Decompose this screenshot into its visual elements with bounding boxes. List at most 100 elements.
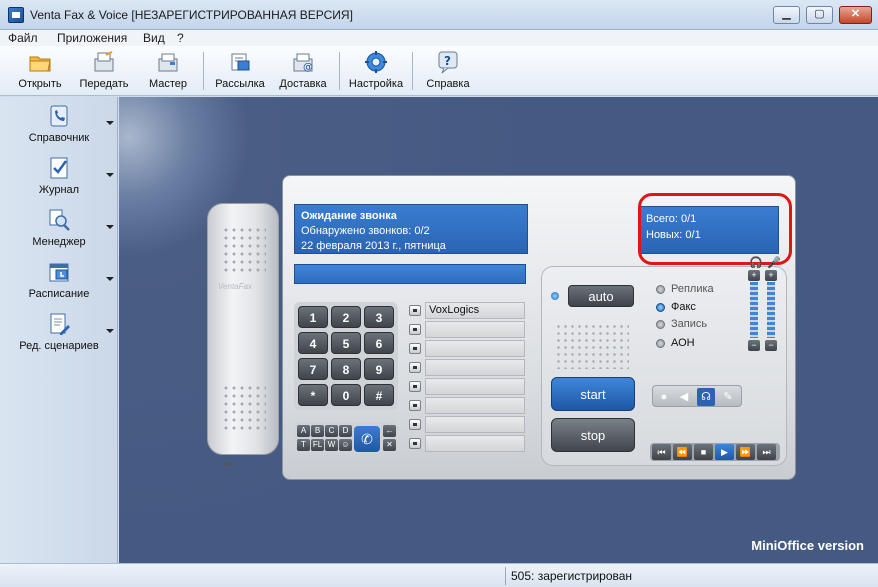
volume-level[interactable] (750, 282, 758, 338)
key-4[interactable]: 4 (298, 332, 328, 354)
volume-down-button[interactable]: − (748, 340, 760, 351)
fast-forward-icon[interactable]: ⏩ (736, 444, 755, 460)
sidebar-item-journal[interactable]: Журнал (0, 157, 118, 207)
memory-button[interactable] (409, 343, 421, 354)
mute-icon[interactable]: ✎ (719, 388, 737, 406)
menu-view[interactable]: Вид (143, 31, 165, 45)
menu-file[interactable]: Файл (8, 31, 38, 45)
memory-field[interactable] (425, 416, 525, 433)
mailing-button[interactable]: Рассылка (213, 50, 267, 94)
skip-back-icon[interactable]: ⏮ (652, 444, 671, 460)
memory-button[interactable] (409, 305, 421, 316)
memory-row[interactable] (409, 359, 527, 376)
stop-button[interactable]: stop (551, 418, 635, 452)
memory-row[interactable]: VoxLogics (409, 302, 527, 319)
memory-button[interactable] (409, 324, 421, 335)
menu-applications[interactable]: Приложения (57, 31, 127, 45)
wizard-icon (156, 50, 180, 74)
wizard-button[interactable]: Мастер (145, 50, 191, 94)
key-smile[interactable]: ☺ (339, 439, 352, 451)
memory-row[interactable] (409, 340, 527, 357)
key-7[interactable]: 7 (298, 358, 328, 380)
sidebar-item-manager[interactable]: Менеджер (0, 209, 118, 259)
key-hash[interactable]: # (364, 384, 394, 406)
close-button[interactable]: ✕ (839, 6, 872, 24)
key-5[interactable]: 5 (331, 332, 361, 354)
handset[interactable]: VentaFax (207, 203, 279, 455)
rewind-icon[interactable]: ⏪ (673, 444, 692, 460)
memory-field[interactable] (425, 340, 525, 357)
send-button[interactable]: Передать (76, 50, 132, 94)
maximize-button[interactable]: ▢ (806, 6, 833, 24)
memory-button[interactable] (409, 381, 421, 392)
key-2[interactable]: 2 (331, 306, 361, 328)
key-c[interactable]: C (325, 425, 338, 437)
volume-up-button[interactable]: + (748, 270, 760, 281)
memory-field[interactable] (425, 397, 525, 414)
memory-row[interactable] (409, 435, 527, 452)
memory-row[interactable] (409, 416, 527, 433)
key-0[interactable]: 0 (331, 384, 361, 406)
start-button[interactable]: start (551, 377, 635, 411)
call-icon[interactable]: ✆ (354, 426, 380, 452)
headset-icon[interactable]: ☊ (697, 388, 715, 406)
volume-level[interactable] (767, 282, 775, 338)
sidebar: Справочник Журнал Менеджер Расписание Ре… (0, 97, 118, 563)
memory-button[interactable] (409, 419, 421, 430)
device-logo: VentaFax (218, 282, 252, 291)
key-9[interactable]: 9 (364, 358, 394, 380)
settings-button[interactable]: Настройка (346, 50, 406, 94)
key-w[interactable]: W (325, 439, 338, 451)
speaker-icon[interactable]: ◀ (675, 388, 693, 406)
memory-button[interactable] (409, 400, 421, 411)
clear-icon[interactable]: ✕ (383, 439, 396, 451)
key-8[interactable]: 8 (331, 358, 361, 380)
key-t[interactable]: T (297, 439, 310, 451)
memory-field[interactable] (425, 321, 525, 338)
handset-base-mark (223, 463, 233, 465)
backspace-icon[interactable]: ← (383, 425, 396, 437)
open-button[interactable]: Открыть (14, 50, 66, 94)
minimize-button[interactable]: ▁ (773, 6, 800, 24)
volume-up-button[interactable]: + (765, 270, 777, 281)
key-6[interactable]: 6 (364, 332, 394, 354)
scenario-edit-icon (48, 313, 70, 335)
memory-field[interactable] (425, 378, 525, 395)
delivery-button[interactable]: @ Доставка (276, 50, 330, 94)
sidebar-item-scenario-editor[interactable]: Ред. сценариев (0, 313, 118, 363)
key-star[interactable]: * (298, 384, 328, 406)
sidebar-item-directory[interactable]: Справочник (0, 105, 118, 155)
chevron-down-icon[interactable] (106, 173, 114, 177)
status-text: 505: зарегистрирован (511, 569, 633, 583)
auto-button[interactable]: auto (568, 285, 634, 307)
memory-row[interactable] (409, 397, 527, 414)
stop-icon[interactable]: ■ (694, 444, 713, 460)
chevron-down-icon[interactable] (106, 225, 114, 229)
key-1[interactable]: 1 (298, 306, 328, 328)
menu-help[interactable]: ? (177, 31, 184, 45)
key-a[interactable]: A (297, 425, 310, 437)
memory-row[interactable] (409, 378, 527, 395)
chevron-down-icon[interactable] (106, 121, 114, 125)
memory-field[interactable]: VoxLogics (425, 302, 525, 319)
memory-list: VoxLogics (409, 302, 527, 454)
key-d[interactable]: D (339, 425, 352, 437)
help-button[interactable]: ? Справка (422, 50, 474, 94)
key-b[interactable]: B (311, 425, 324, 437)
skip-forward-icon[interactable]: ⏭ (757, 444, 776, 460)
memory-button[interactable] (409, 438, 421, 449)
memory-row[interactable] (409, 321, 527, 338)
number-input[interactable] (294, 264, 526, 284)
chevron-down-icon[interactable] (106, 329, 114, 333)
record-dot-icon[interactable]: ● (655, 388, 673, 406)
chevron-down-icon[interactable] (106, 277, 114, 281)
key-3[interactable]: 3 (364, 306, 394, 328)
play-icon[interactable]: ▶ (715, 444, 734, 460)
memory-field[interactable] (425, 359, 525, 376)
memory-field[interactable] (425, 435, 525, 452)
sidebar-item-schedule[interactable]: Расписание (0, 261, 118, 311)
memory-button[interactable] (409, 362, 421, 373)
key-fl[interactable]: FL (311, 439, 324, 451)
volume-down-button[interactable]: − (765, 340, 777, 351)
status-line-1: Ожидание звонка (301, 210, 397, 222)
